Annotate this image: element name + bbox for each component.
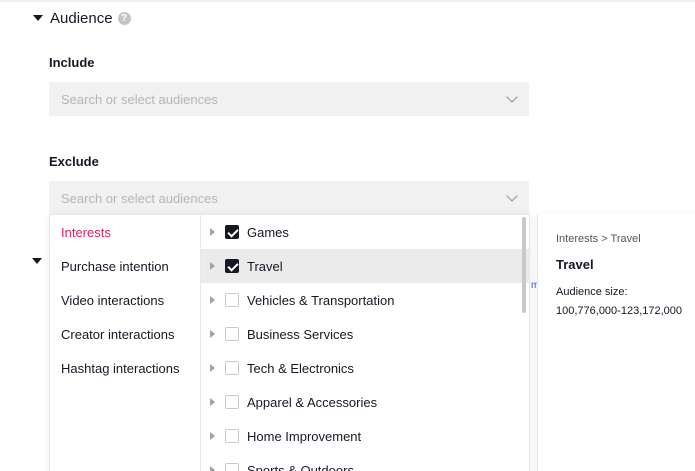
expand-caret-icon[interactable]	[210, 330, 215, 338]
checkbox[interactable]	[225, 395, 239, 409]
expand-caret-icon[interactable]	[210, 364, 215, 372]
checkbox[interactable]	[225, 225, 239, 239]
option-label: Business Services	[247, 326, 354, 342]
category-list: Interests Purchase intention Video inter…	[50, 215, 201, 471]
scrollbar[interactable]	[522, 217, 526, 313]
checkbox[interactable]	[225, 259, 239, 273]
option-label: Home Improvement	[247, 428, 362, 444]
option-games[interactable]: Games	[201, 215, 529, 249]
option-vehicles-transportation[interactable]: Vehicles & Transportation	[201, 283, 529, 317]
audience-size-label: Audience size:	[556, 286, 628, 298]
expand-caret-icon[interactable]	[210, 296, 215, 304]
option-label: Games	[247, 224, 289, 240]
option-label: Travel	[247, 258, 283, 274]
option-sports-outdoors[interactable]: Sports & Outdoors	[201, 453, 529, 471]
help-icon[interactable]: ?	[117, 11, 131, 25]
audience-size-value: 100,776,000-123,172,000	[556, 305, 683, 317]
expand-caret-icon[interactable]	[210, 262, 215, 270]
option-label: Apparel & Accessories	[247, 394, 378, 410]
option-travel[interactable]: Travel	[201, 249, 529, 283]
detail-title: Travel	[556, 257, 594, 272]
option-label: Sports & Outdoors	[247, 462, 354, 471]
option-apparel-accessories[interactable]: Apparel & Accessories	[201, 385, 529, 419]
audience-dropdown: Interests Purchase intention Video inter…	[49, 214, 530, 471]
checkbox[interactable]	[225, 293, 239, 307]
chevron-down-icon[interactable]	[506, 91, 518, 103]
option-tech-electronics[interactable]: Tech & Electronics	[201, 351, 529, 385]
expand-caret-icon[interactable]	[210, 466, 215, 471]
collapse-caret-icon[interactable]	[33, 15, 43, 21]
expand-caret-icon[interactable]	[210, 398, 215, 406]
include-select[interactable]	[49, 82, 529, 116]
category-purchase-intention[interactable]: Purchase intention	[50, 249, 200, 283]
interest-option-list: Games Travel Vehicles & Transportation B…	[201, 215, 529, 471]
include-label: Include	[49, 55, 95, 70]
option-home-improvement[interactable]: Home Improvement	[201, 419, 529, 453]
checkbox[interactable]	[225, 361, 239, 375]
option-business-services[interactable]: Business Services	[201, 317, 529, 351]
section-title: Audience	[50, 9, 113, 27]
category-hashtag-interactions[interactable]: Hashtag interactions	[50, 351, 200, 385]
expand-caret-icon[interactable]	[210, 228, 215, 236]
exclude-label: Exclude	[49, 154, 99, 169]
expand-caret-icon[interactable]	[210, 432, 215, 440]
detail-breadcrumb: Interests > Travel	[556, 233, 641, 245]
category-video-interactions[interactable]: Video interactions	[50, 283, 200, 317]
category-interests[interactable]: Interests	[50, 215, 200, 249]
option-label: Tech & Electronics	[247, 360, 354, 376]
category-creator-interactions[interactable]: Creator interactions	[50, 317, 200, 351]
collapse-caret-icon[interactable]	[32, 258, 42, 264]
checkbox[interactable]	[225, 327, 239, 341]
include-search-input[interactable]	[61, 91, 481, 107]
audience-section-header[interactable]: Audience ?	[33, 7, 131, 29]
exclude-search-input[interactable]	[61, 190, 481, 206]
checkbox[interactable]	[225, 429, 239, 443]
exclude-select[interactable]	[49, 181, 529, 215]
detail-panel: Interests > Travel Travel Audience size:…	[537, 214, 695, 471]
option-label: Vehicles & Transportation	[247, 292, 395, 308]
top-divider	[0, 0, 695, 2]
checkbox[interactable]	[225, 463, 239, 471]
chevron-down-icon[interactable]	[506, 190, 518, 202]
